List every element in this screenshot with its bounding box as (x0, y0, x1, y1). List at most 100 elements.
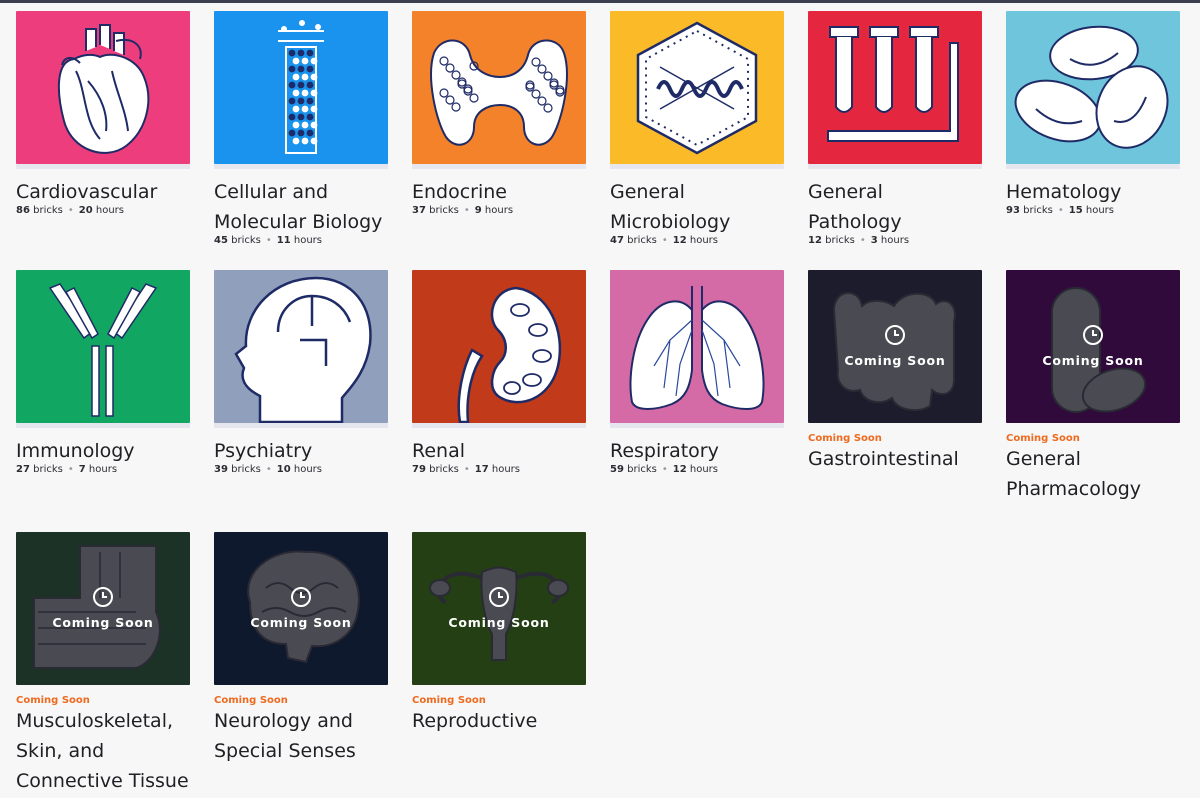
hours-label: hours (689, 464, 718, 475)
course-title-line[interactable]: Special Senses (214, 736, 388, 766)
coming-soon-overlay: Coming Soon (214, 532, 388, 685)
course-title[interactable]: Gastrointestinal (808, 444, 982, 474)
course-thumbnail[interactable]: Coming Soon (16, 532, 190, 685)
bricks-label: bricks (1023, 205, 1053, 216)
course-title[interactable]: Reproductive (412, 706, 586, 736)
clock-icon (1083, 325, 1103, 345)
course-card[interactable]: Endocrine 37 bricks • 9 hours (412, 11, 586, 216)
course-card[interactable]: Immunology 27 bricks • 7 hours (16, 270, 190, 475)
clock-icon (93, 587, 113, 607)
course-card[interactable]: Renal 79 bricks • 17 hours (412, 270, 586, 475)
course-title-line[interactable]: Microbiology (610, 207, 784, 237)
course-title-line[interactable]: Cellular and (214, 177, 388, 207)
course-thumbnail[interactable] (16, 270, 190, 423)
course-card[interactable]: Cellular and Molecular Biology 45 bricks • 1… (214, 11, 388, 246)
hours-label: hours (293, 235, 322, 246)
course-card[interactable]: Coming Soon Coming Soon Musculoskeletal, Sk… (16, 532, 190, 796)
thumbnail-shadow (610, 423, 784, 428)
thumbnail-shadow (16, 164, 190, 169)
course-title-line[interactable]: General (1006, 444, 1180, 474)
lungs-icon (629, 286, 765, 410)
hours-label: hours (1085, 205, 1114, 216)
thyroid-icon (430, 39, 568, 146)
course-title-line[interactable]: Skin, and (16, 736, 190, 766)
hours-count: 12 (672, 464, 687, 475)
course-thumbnail[interactable] (610, 270, 784, 423)
antibody-icon (48, 283, 158, 417)
course-thumbnail[interactable] (214, 270, 388, 423)
hours-count: 10 (276, 464, 291, 475)
course-card[interactable]: Coming Soon Coming Soon Reproductive (412, 532, 586, 736)
thumbnail-shadow (16, 423, 190, 428)
course-title[interactable]: Endocrine (412, 177, 586, 207)
course-title-line[interactable]: Molecular Biology (214, 207, 388, 237)
course-card[interactable]: Respiratory 59 bricks • 12 hours (610, 270, 784, 475)
course-meta: 86 bricks • 20 hours (16, 205, 190, 216)
blood-cells-icon (1014, 25, 1169, 149)
coming-soon-badge: Coming Soon (214, 695, 288, 706)
course-title[interactable]: Cardiovascular (16, 177, 190, 207)
course-card[interactable]: Coming Soon Coming Soon Neurology and Speci… (214, 532, 388, 766)
hours-label: hours (880, 235, 910, 246)
course-title[interactable]: Immunology (16, 436, 190, 466)
coming-soon-overlay: Coming Soon (808, 270, 982, 423)
coming-soon-overlay-label: Coming Soon (448, 615, 550, 630)
hours-count: 17 (474, 464, 489, 475)
course-thumbnail[interactable] (16, 11, 190, 164)
course-title-line[interactable]: Musculoskeletal, (16, 706, 190, 736)
bricks-label: bricks (231, 235, 261, 246)
bricks-label: bricks (627, 464, 657, 475)
course-title-line[interactable]: General (610, 177, 784, 207)
bricks-count: 86 (16, 205, 30, 216)
course-card[interactable]: Cardiovascular 86 bricks • 20 hours (16, 11, 190, 216)
course-card[interactable]: Psychiatry 39 bricks • 10 hours (214, 270, 388, 475)
separator-dot: • (265, 464, 272, 475)
separator-dot: • (67, 205, 74, 216)
course-title[interactable]: Renal (412, 436, 586, 466)
thumbnail-shadow (808, 164, 982, 169)
separator-dot: • (859, 235, 866, 246)
bricks-count: 47 (610, 235, 624, 246)
course-title[interactable]: Psychiatry (214, 436, 388, 466)
separator-dot: • (661, 235, 668, 246)
course-title-line[interactable]: Neurology and (214, 706, 388, 736)
course-title[interactable]: Hematology (1006, 177, 1180, 207)
bricks-count: 59 (610, 464, 624, 475)
course-thumbnail[interactable]: Coming Soon (412, 532, 586, 685)
course-thumbnail[interactable] (412, 270, 586, 423)
course-thumbnail[interactable] (214, 11, 388, 164)
course-meta: 27 bricks • 7 hours (16, 464, 190, 475)
hours-count: 11 (276, 235, 291, 246)
course-card[interactable]: General Pathology 12 bricks • 3 hours (808, 11, 982, 246)
course-title[interactable]: Respiratory (610, 436, 784, 466)
course-card[interactable]: Coming Soon Coming Soon General Pharmacolog… (1006, 270, 1180, 504)
course-meta: 93 bricks • 15 hours (1006, 205, 1180, 216)
hours-count: 3 (870, 235, 878, 246)
hours-label: hours (88, 464, 118, 475)
bricks-label: bricks (825, 235, 855, 246)
course-meta: 12 bricks • 3 hours (808, 235, 982, 246)
course-thumbnail[interactable]: Coming Soon (808, 270, 982, 423)
course-thumbnail[interactable] (412, 11, 586, 164)
course-title-line[interactable]: Pharmacology (1006, 474, 1180, 504)
course-title-line[interactable]: Connective Tissue (16, 766, 190, 796)
hours-label: hours (293, 464, 322, 475)
course-thumbnail[interactable] (610, 11, 784, 164)
coming-soon-overlay: Coming Soon (1006, 270, 1180, 423)
bricks-count: 79 (412, 464, 426, 475)
course-meta: 39 bricks • 10 hours (214, 464, 388, 475)
separator-dot: • (463, 205, 470, 216)
course-card[interactable]: Coming Soon Coming Soon Gastrointestinal (808, 270, 982, 474)
course-title[interactable]: General Pathology (808, 177, 982, 237)
course-card[interactable]: General Microbiology 47 bricks • 12 hours (610, 11, 784, 246)
course-thumbnail[interactable]: Coming Soon (1006, 270, 1180, 423)
course-grid: Cardiovascular 86 bricks • 20 hours Cellula… (0, 0, 1200, 798)
coming-soon-badge: Coming Soon (808, 433, 882, 444)
course-thumbnail[interactable] (1006, 11, 1180, 164)
course-thumbnail[interactable] (808, 11, 982, 164)
bricks-count: 39 (214, 464, 228, 475)
course-thumbnail[interactable]: Coming Soon (214, 532, 388, 685)
separator-dot: • (463, 464, 470, 475)
course-card[interactable]: Hematology 93 bricks • 15 hours (1006, 11, 1180, 216)
separator-dot: • (265, 235, 272, 246)
